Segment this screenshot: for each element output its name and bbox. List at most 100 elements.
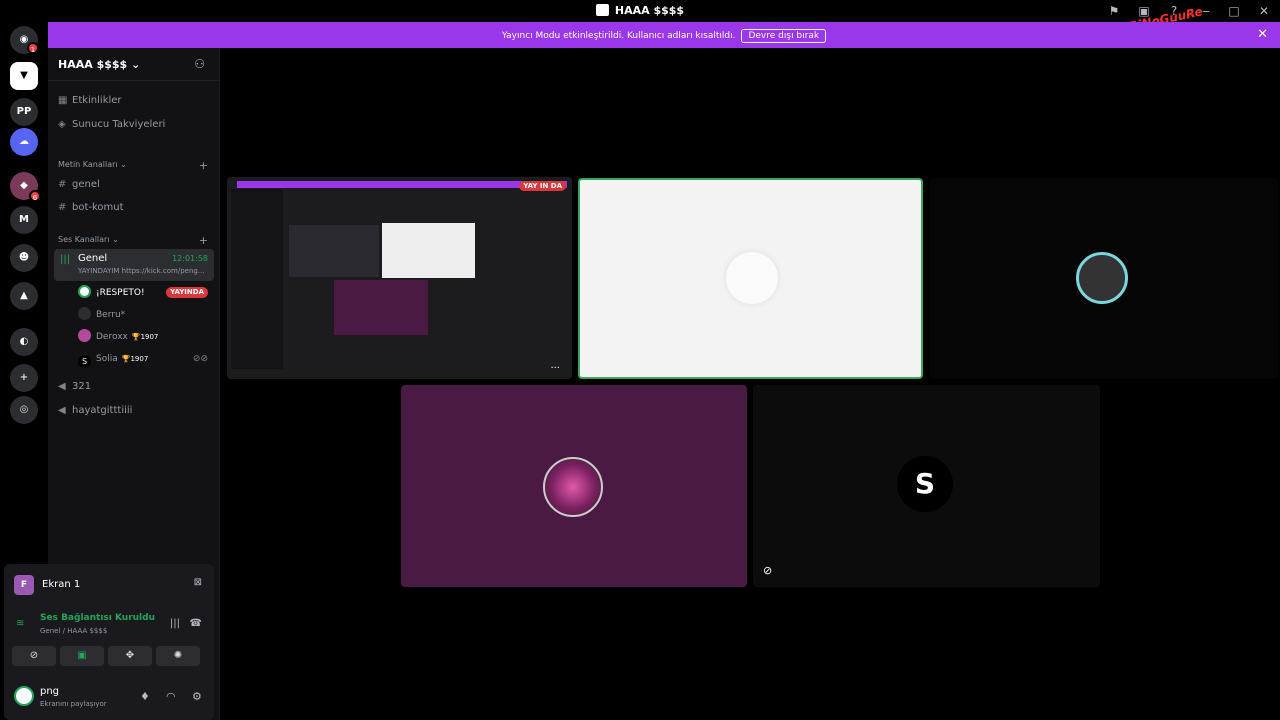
voice-active-icon: ||| [60, 254, 71, 265]
window-title: HAAA $$$$ [0, 4, 1280, 17]
add-voice-channel-icon[interactable]: + [199, 234, 208, 247]
more-options-icon[interactable]: ... [550, 360, 560, 371]
mini-tile [382, 223, 475, 278]
disconnect-icon[interactable]: ☎ [190, 618, 202, 629]
voice-status: YAYINDAYIM https://kick.com/peng... [78, 267, 205, 275]
user-tile[interactable] [930, 178, 1278, 379]
discover-icon[interactable]: ◎ [10, 396, 38, 424]
window-title-text: HAAA $$$$ [614, 4, 685, 17]
server-icon-7[interactable]: ▲ [10, 282, 38, 310]
boosts-item[interactable]: ◈ Sunucu Takviyeleri [58, 119, 208, 130]
avatar: S [897, 456, 953, 512]
member-tag: 🏆1907 [131, 333, 159, 341]
voice-timer: 12:01:58 [172, 254, 208, 263]
voice-channel-321[interactable]: ◀ 321 [58, 381, 208, 392]
voice-member[interactable]: Berru* [78, 307, 208, 323]
streamer-mode-banner: Yayıncı Modu etkinleştirildi. Kullanıcı … [48, 22, 1280, 48]
live-badge: YAYINDA [166, 287, 208, 298]
channel-genel[interactable]: # genel [58, 179, 208, 190]
noise-icon[interactable]: ||| [170, 618, 180, 629]
stop-preview-icon[interactable]: ⊠ [194, 577, 202, 588]
avatar [14, 686, 34, 706]
user-info[interactable]: png Ekranını paylaşıyor ♦ ◠ ⚙ [10, 680, 208, 714]
voice-member[interactable]: ¡RESPETO! YAYINDA [78, 285, 208, 301]
server-icon-6[interactable]: ☻ [10, 244, 38, 272]
screen-share-button[interactable]: ▣ [60, 646, 104, 666]
member-name: Solia [96, 354, 118, 364]
connection-subtitle: Genel / HAAA $$$$ [40, 627, 108, 635]
events-item[interactable]: ▦ Etkinlikler [58, 95, 208, 106]
avatar [1076, 252, 1128, 304]
server-icon-pp[interactable]: PP [10, 98, 38, 126]
channel-label: bot-komut [72, 202, 124, 213]
avatar [726, 252, 778, 304]
activities-button[interactable]: ✥ [108, 646, 152, 666]
text-category-label: Metin Kanalları ⌄ [58, 160, 127, 169]
boosts-label: Sunucu Takviyeleri [72, 119, 166, 130]
member-name: ¡RESPETO! [96, 288, 145, 298]
connection-title[interactable]: Ses Bağlantısı Kuruldu [40, 613, 155, 623]
invite-icon[interactable]: ⚇ [194, 57, 205, 71]
user-status: Ekranını paylaşıyor [40, 700, 107, 708]
server-header[interactable]: HAAA $$$$ ⌄ ⚇ [48, 48, 219, 81]
calendar-icon: ▦ [58, 95, 68, 106]
banner-message: Yayıncı Modu etkinleştirildi. Kullanıcı … [501, 31, 736, 41]
channel-label: hayatgitttiiii [72, 405, 133, 416]
voice-channel-genel[interactable]: ||| Genel 12:01:58 YAYINDAYIM https://ki… [54, 249, 214, 281]
voice-channel-hayat[interactable]: ◀ hayatgitttiiii [58, 405, 208, 416]
hash-icon: # [58, 179, 67, 190]
soundboard-button[interactable]: ✺ [156, 646, 200, 666]
events-label: Etkinlikler [72, 95, 122, 106]
mini-tile [334, 280, 428, 335]
banner-close-icon[interactable]: ✕ [1257, 27, 1268, 42]
disable-button[interactable]: Devre dışı bırak [741, 29, 827, 43]
home-badge: 1 [27, 42, 39, 54]
channel-bot-komut[interactable]: # bot-komut [58, 202, 208, 213]
user-tile[interactable] [401, 385, 747, 587]
server-icon-3[interactable]: ☁ [10, 128, 38, 156]
mic-icon[interactable]: ♦ [140, 690, 150, 703]
speaker-icon: ◀ [58, 405, 66, 416]
maximize-icon[interactable]: □ [1226, 3, 1242, 19]
voice-category[interactable]: Ses Kanalları ⌄ + [58, 234, 208, 247]
settings-gear-icon[interactable]: ⚙ [192, 690, 202, 703]
speaker-icon: ◀ [58, 381, 66, 392]
voice-channel-name: Genel [78, 253, 108, 264]
voice-category-label: Ses Kanalları ⌄ [58, 235, 119, 244]
member-tag: 🏆1907 [121, 355, 149, 363]
avatar [78, 307, 91, 320]
signal-icon: ≋ [16, 618, 25, 629]
screen-share-row[interactable]: F Ekran 1 ⊠ [10, 572, 208, 598]
text-category[interactable]: Metin Kanalları ⌄ + [58, 159, 208, 172]
camera-off-button[interactable]: ⊘ [12, 646, 56, 666]
add-server-icon[interactable]: + [10, 364, 38, 392]
server-name: HAAA $$$$ ⌄ [58, 58, 141, 71]
server-icon-5[interactable]: M [10, 206, 38, 234]
server-icon-8[interactable]: ◐ [10, 328, 38, 356]
channel-label: genel [72, 179, 100, 190]
avatar [78, 329, 91, 342]
avatar [543, 457, 603, 517]
avatar [78, 285, 91, 298]
live-badge: YAY IN DA [519, 181, 566, 191]
channel-label: 321 [72, 381, 92, 392]
voice-member[interactable]: S Solia 🏆1907 ⊘⊘ [78, 351, 208, 368]
voice-member[interactable]: Deroxx 🏆1907 [78, 329, 208, 345]
user-panel: F Ekran 1 ⊠ ≋ Ses Bağlantısı Kuruldu Gen… [4, 564, 214, 720]
member-name: Deroxx [96, 332, 128, 342]
mini-tile [289, 225, 379, 277]
inbox-icon[interactable]: ⚑ [1106, 3, 1122, 19]
server-badge: 6 [29, 190, 41, 202]
add-text-channel-icon[interactable]: + [199, 159, 208, 172]
server-icon-active[interactable]: ▼ [10, 62, 38, 90]
mini-sidebar [231, 189, 283, 369]
app-logo-icon [595, 4, 609, 16]
boost-icon: ◈ [58, 119, 66, 130]
user-name: png [40, 686, 60, 697]
user-tile[interactable]: S ⊘ [753, 385, 1100, 587]
headphones-icon[interactable]: ◠ [166, 690, 176, 703]
member-name: Berru* [96, 310, 126, 320]
close-window-icon[interactable]: ✕ [1256, 3, 1272, 19]
speaking-user-tile[interactable] [578, 178, 923, 379]
screen-share-tile[interactable]: YAY IN DA ... [227, 177, 572, 379]
